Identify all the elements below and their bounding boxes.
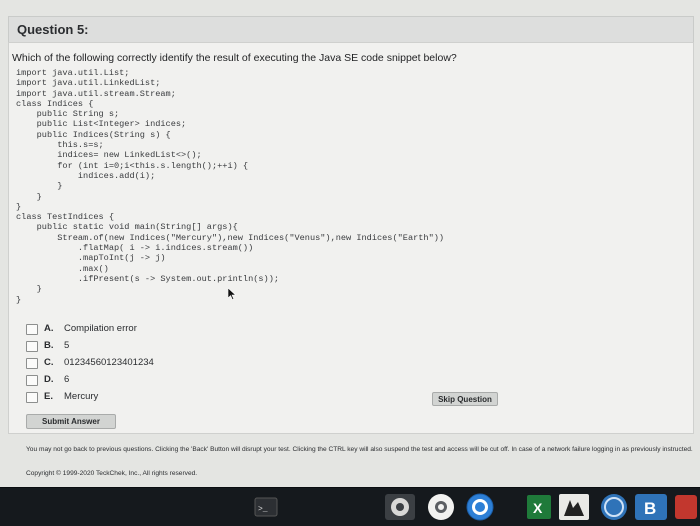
copyright-text: Copyright © 1999-2020 TeckChek, Inc., Al… bbox=[26, 470, 198, 477]
chrome-icon[interactable] bbox=[464, 492, 496, 522]
remmina-icon[interactable] bbox=[384, 492, 416, 522]
code-line: import java.util.stream.Stream; bbox=[16, 88, 176, 99]
option-letter: A. bbox=[44, 323, 54, 334]
checkbox[interactable] bbox=[26, 375, 38, 386]
code-line: public Indices(String s) { bbox=[16, 129, 171, 140]
taskbar: >_ X B bbox=[0, 487, 700, 526]
option-a[interactable]: A. Compilation error bbox=[26, 320, 426, 337]
code-line: } bbox=[16, 201, 22, 212]
clock-icon[interactable] bbox=[598, 492, 630, 522]
code-line: } bbox=[16, 191, 42, 202]
code-line: import java.util.List; bbox=[16, 68, 130, 78]
code-line: .mapToInt(j -> j) bbox=[16, 253, 166, 264]
code-line: class Indices { bbox=[16, 98, 94, 109]
option-letter: B. bbox=[44, 340, 54, 351]
code-line: indices= new LinkedList<>(); bbox=[16, 150, 202, 161]
option-text: 01234560123401234 bbox=[64, 357, 154, 368]
option-b[interactable]: B. 5 bbox=[26, 337, 426, 354]
option-letter: E. bbox=[44, 391, 53, 402]
answer-options: A. Compilation error B. 5 C. 01234560123… bbox=[26, 320, 426, 405]
terminal-glyph: >_ bbox=[258, 505, 268, 514]
bluebook-icon[interactable]: B bbox=[634, 492, 668, 522]
checkbox[interactable] bbox=[26, 358, 38, 369]
option-text: 5 bbox=[64, 340, 70, 351]
code-line: .flatMap( i -> i.indices.stream()) bbox=[16, 243, 254, 254]
option-d[interactable]: D. 6 bbox=[26, 371, 426, 388]
code-line: .max() bbox=[16, 263, 109, 274]
option-text: Compilation error bbox=[64, 323, 137, 334]
code-line: class TestIndices { bbox=[16, 212, 114, 223]
option-text: 6 bbox=[64, 374, 70, 385]
option-text: Mercury bbox=[64, 391, 99, 402]
code-line: public String s; bbox=[16, 109, 120, 120]
terminal-icon[interactable]: >_ bbox=[254, 492, 278, 522]
option-letter: D. bbox=[44, 374, 54, 385]
code-line: public List<Integer> indices; bbox=[16, 119, 187, 130]
option-letter: C. bbox=[44, 357, 54, 368]
question-title: Question 5: bbox=[8, 16, 694, 44]
code-line: this.s=s; bbox=[16, 140, 104, 151]
code-line: indices.add(i); bbox=[16, 170, 156, 181]
code-line: } bbox=[16, 181, 63, 192]
code-line: import java.util.LinkedList; bbox=[16, 78, 161, 89]
settings-icon[interactable] bbox=[426, 492, 456, 522]
mouse-cursor-icon bbox=[228, 288, 237, 300]
b-glyph: B bbox=[644, 499, 656, 518]
excel-glyph: X bbox=[533, 500, 543, 516]
submit-answer-button[interactable]: Submit Answer bbox=[26, 414, 116, 429]
excel-icon[interactable]: X bbox=[526, 492, 552, 522]
skip-question-button[interactable]: Skip Question bbox=[432, 392, 498, 406]
question-prompt: Which of the following correctly identif… bbox=[12, 52, 457, 64]
option-c[interactable]: C. 01234560123401234 bbox=[26, 354, 426, 371]
app-icon[interactable] bbox=[674, 492, 698, 522]
checkbox[interactable] bbox=[26, 392, 38, 403]
code-line: public static void main(String[] args){ bbox=[16, 222, 238, 233]
test-page: Question 5: Which of the following corre… bbox=[0, 0, 700, 526]
checkbox[interactable] bbox=[26, 324, 38, 335]
scratch-icon[interactable] bbox=[558, 492, 590, 522]
option-e[interactable]: E. Mercury bbox=[26, 388, 426, 405]
checkbox[interactable] bbox=[26, 341, 38, 352]
code-snippet: import java.util.List; import java.util.L… bbox=[16, 68, 444, 305]
navigation-warning: You may not go back to previous question… bbox=[26, 446, 693, 453]
code-line: Stream.of(new Indices("Mercury"),new Ind… bbox=[16, 232, 445, 243]
code-line: .ifPresent(s -> System.out.println(s)); bbox=[16, 273, 280, 284]
code-line: for (int i=0;i<this.s.length();++i) { bbox=[16, 160, 249, 171]
